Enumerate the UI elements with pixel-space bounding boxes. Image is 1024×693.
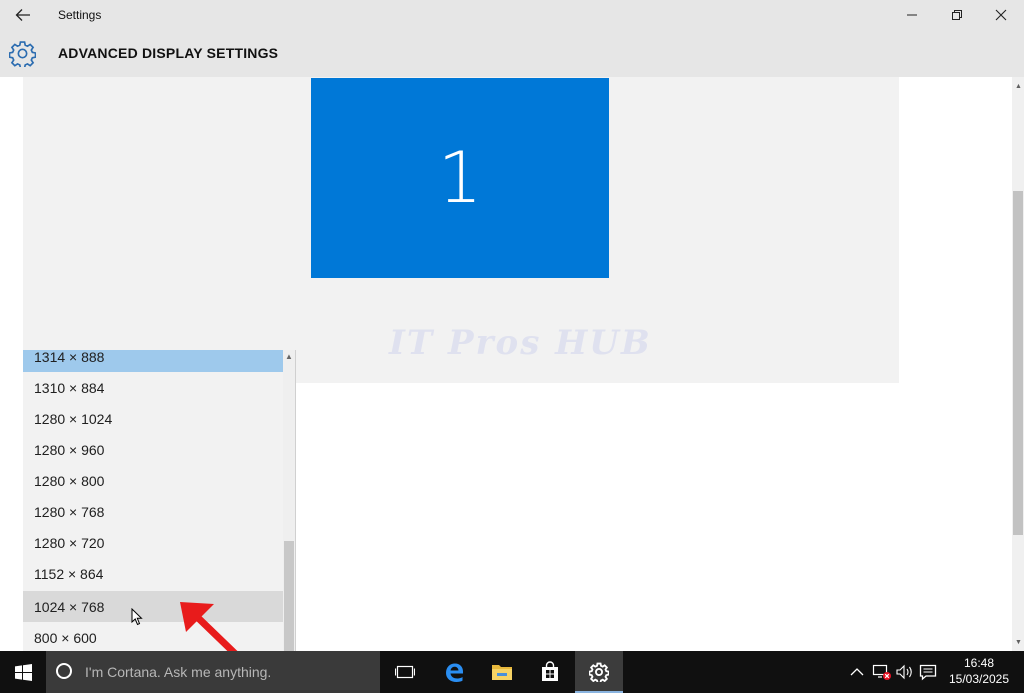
scroll-down-icon[interactable]: ▼	[1015, 639, 1022, 646]
dropdown-scroll-up-icon[interactable]: ▲	[285, 352, 293, 361]
clock-date: 15/03/2025	[948, 672, 1010, 686]
resolution-option[interactable]: 1152 × 864	[23, 558, 283, 589]
close-button[interactable]	[978, 0, 1024, 30]
resolution-option[interactable]: 1280 × 800	[23, 465, 283, 496]
store-icon	[542, 661, 558, 681]
monitor-number: 1	[437, 137, 483, 219]
store-button[interactable]	[526, 651, 574, 693]
edge-icon	[446, 663, 463, 682]
taskbar: I'm Cortana. Ask me anything. 16:48 15/0…	[0, 651, 1024, 693]
resolution-option[interactable]: 1280 × 768	[23, 496, 283, 527]
display-preview-area: 1 IT Pros HUB	[23, 77, 899, 383]
start-button[interactable]	[0, 651, 46, 693]
settings-icon	[589, 662, 609, 682]
restore-button[interactable]	[934, 0, 980, 30]
resolution-option[interactable]: 1280 × 960	[23, 434, 283, 465]
file-explorer-button[interactable]	[478, 651, 526, 693]
settings-gear-icon	[9, 41, 36, 67]
dropdown-scroll-thumb[interactable]	[284, 541, 294, 651]
action-center-button[interactable]	[918, 661, 938, 683]
chevron-up-icon	[850, 668, 864, 676]
minimize-icon	[907, 14, 917, 16]
mouse-pointer-icon	[131, 608, 143, 626]
edge-button[interactable]	[430, 651, 478, 693]
settings-taskbar-button[interactable]	[575, 651, 623, 693]
monitor-1-tile[interactable]: 1	[311, 78, 609, 278]
page-scrollbar[interactable]: ▲ ▼	[1012, 77, 1024, 651]
windows-logo-icon	[14, 663, 32, 681]
task-view-button[interactable]	[381, 651, 429, 693]
search-placeholder: I'm Cortana. Ask me anything.	[85, 664, 272, 680]
resolution-option[interactable]: 1280 × 720	[23, 527, 283, 558]
network-error-icon	[872, 664, 891, 680]
volume-button[interactable]	[895, 661, 915, 683]
network-status-button[interactable]	[872, 661, 892, 683]
action-center-icon	[919, 664, 937, 681]
cortana-search-box[interactable]: I'm Cortana. Ask me anything.	[46, 651, 380, 693]
system-clock[interactable]: 16:48 15/03/2025	[946, 655, 1012, 687]
back-arrow-icon	[15, 9, 30, 21]
back-button[interactable]	[8, 3, 38, 27]
resolution-option[interactable]: 1310 × 884	[23, 372, 283, 403]
cortana-icon	[56, 663, 72, 679]
scroll-up-icon[interactable]: ▲	[1015, 83, 1022, 90]
dropdown-scrollbar[interactable]: ▲	[283, 350, 295, 651]
resolution-option[interactable]: 1314 × 888	[23, 350, 283, 372]
resolution-option[interactable]: 1280 × 1024	[23, 403, 283, 434]
close-icon	[995, 9, 1007, 21]
clock-time: 16:48	[963, 656, 995, 670]
file-explorer-icon	[492, 665, 512, 680]
scroll-thumb[interactable]	[1013, 191, 1023, 535]
minimize-button[interactable]	[889, 0, 935, 30]
show-hidden-icons-button[interactable]	[847, 661, 867, 683]
page-title: ADVANCED DISPLAY SETTINGS	[58, 45, 279, 61]
watermark: IT Pros HUB	[389, 323, 652, 363]
window-title: Settings	[58, 8, 102, 22]
title-bar: Settings	[0, 0, 1024, 30]
restore-icon	[952, 10, 962, 20]
page-header: ADVANCED DISPLAY SETTINGS	[0, 30, 1024, 77]
volume-icon	[896, 664, 912, 680]
task-view-icon	[395, 665, 415, 679]
